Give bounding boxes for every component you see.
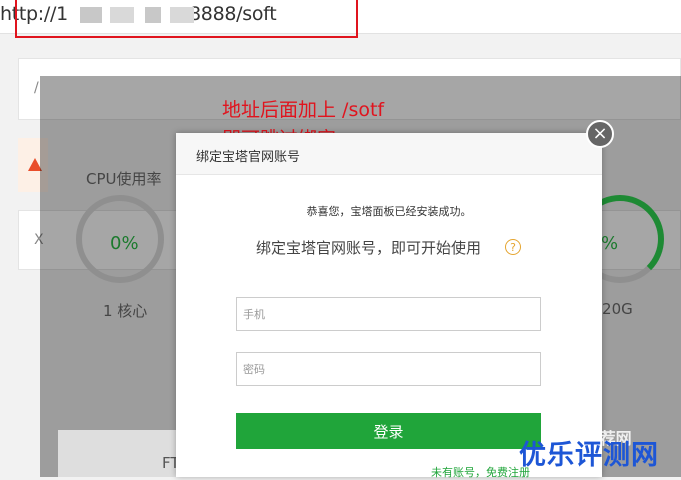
bind-account-dialog: 绑定宝塔官网账号 恭喜您，宝塔面板已经安装成功。 绑定宝塔官网账号，即可开始使用… [176, 133, 602, 480]
dialog-header: 绑定宝塔官网账号 [176, 133, 602, 175]
bind-heading: 绑定宝塔官网账号，即可开始使用 [256, 239, 482, 257]
cpu-label: CPU使用率 [86, 170, 162, 188]
watermark-logo: 优乐评测网 [519, 440, 659, 471]
dialog-title: 绑定宝塔官网账号 [196, 150, 301, 165]
help-icon[interactable]: ? [505, 239, 521, 255]
annotation-line-1: 地址后面加上 /sotf [222, 99, 385, 121]
close-icon[interactable]: × [586, 120, 614, 148]
register-link[interactable]: 未有账号，免费注册 [431, 464, 530, 480]
install-success-text: 恭喜您，宝塔面板已经安装成功。 [306, 205, 472, 218]
bg-side-label: / [34, 80, 39, 96]
cpu-cores: 1 核心 [103, 302, 148, 320]
disk-value: % [601, 233, 619, 254]
cpu-value: 0% [110, 233, 139, 254]
login-button[interactable]: 登录 [236, 413, 541, 449]
ftp-card [58, 430, 178, 477]
password-input[interactable] [236, 352, 541, 386]
phone-input[interactable] [236, 297, 541, 331]
disk-size: /20G [597, 300, 633, 318]
highlight-box [15, 0, 358, 38]
